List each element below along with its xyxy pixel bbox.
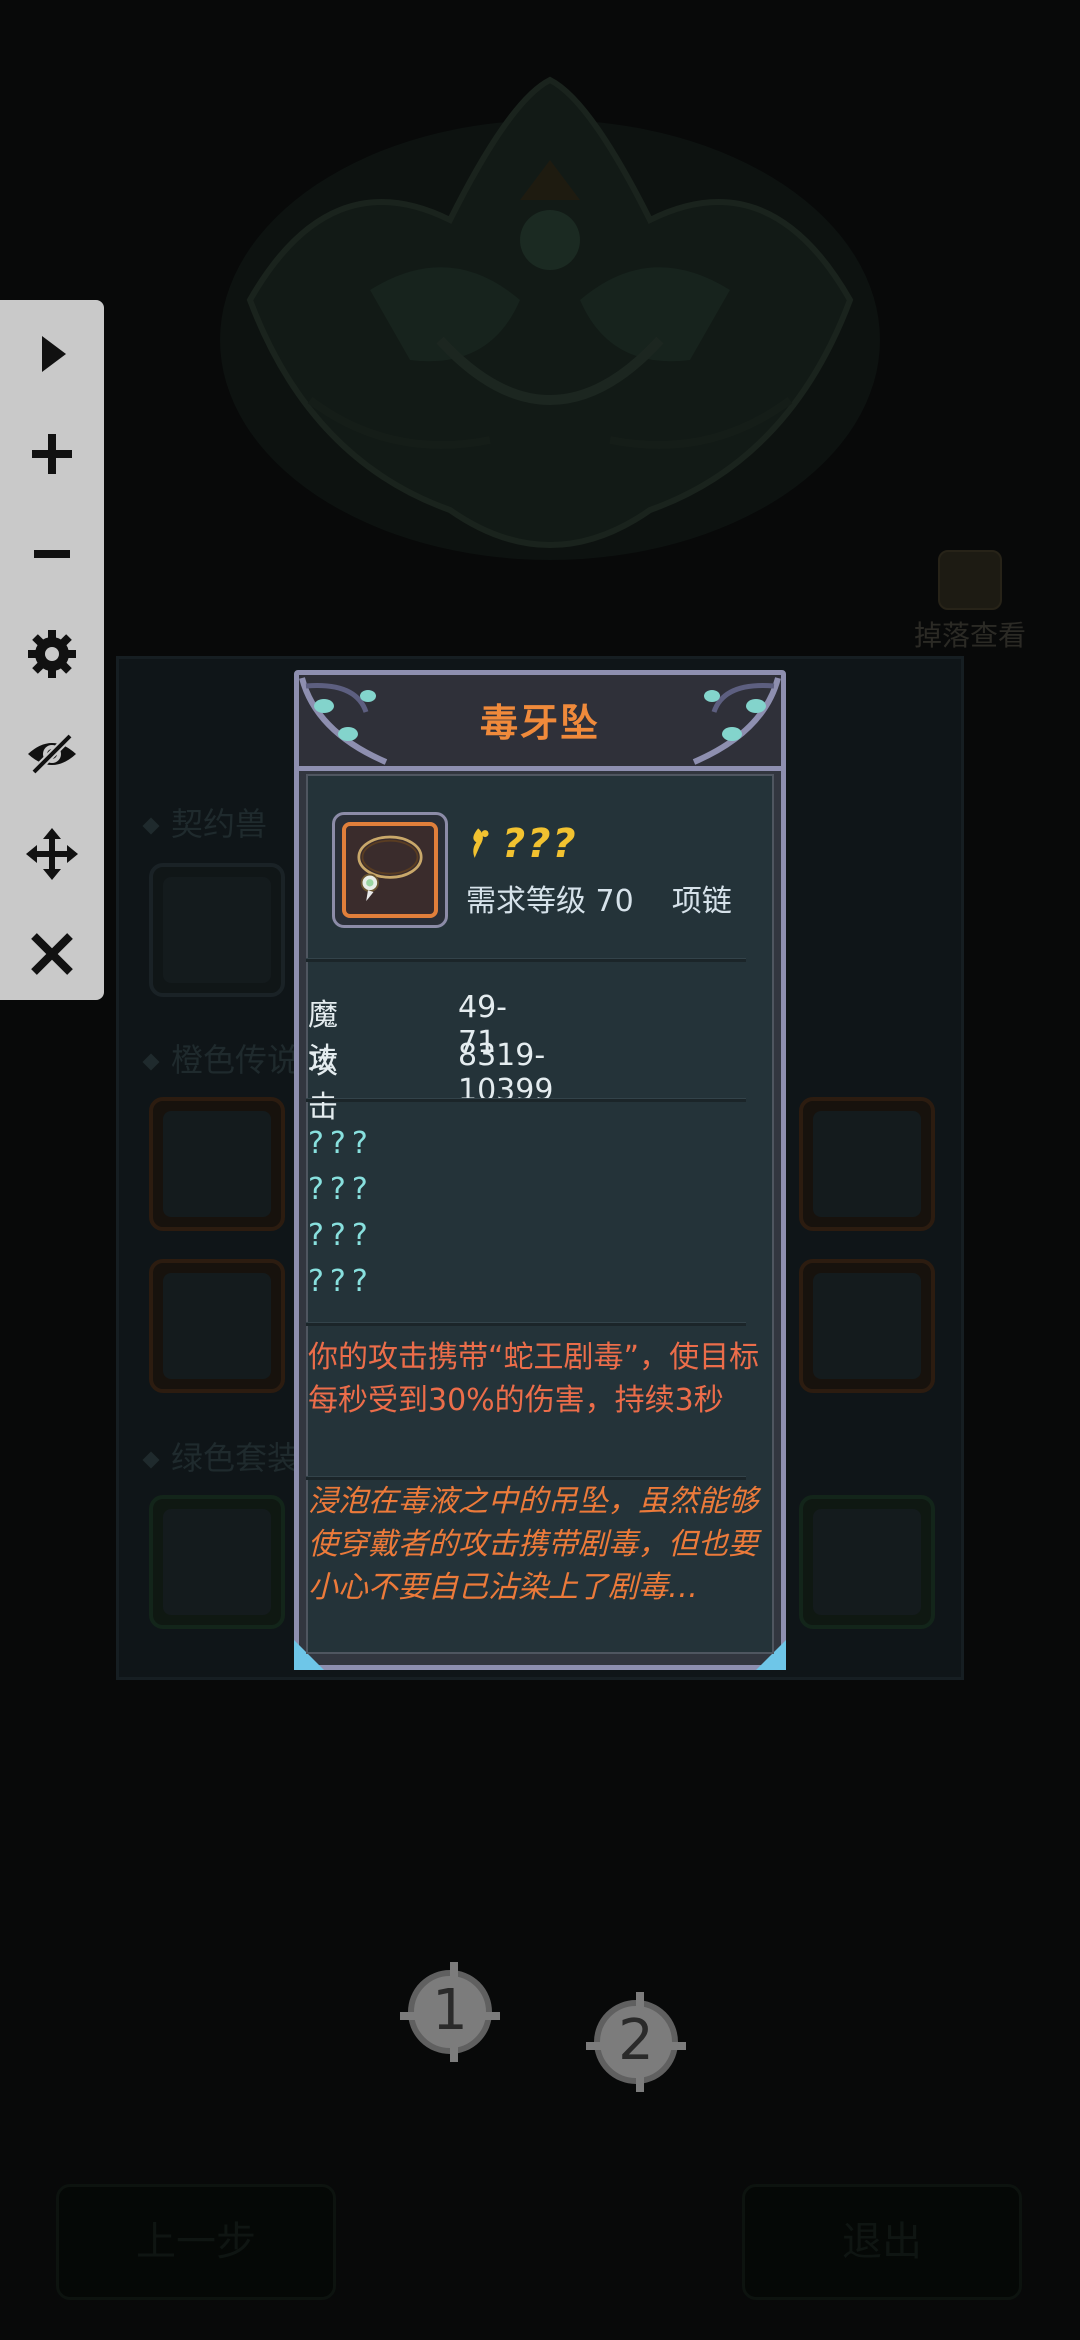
- tooltip-body: ??? 需求等级 70 项链 魔法 49-71 攻击 8319-10399 ??…: [306, 774, 774, 1654]
- hidden-attribute: ???: [308, 1126, 374, 1161]
- section-title-green-set: 绿色套装: [142, 1433, 299, 1479]
- item-quality: ???: [466, 818, 578, 870]
- chest-icon: [938, 550, 1002, 610]
- equipment-slot[interactable]: [149, 863, 285, 997]
- equipment-slot[interactable]: [149, 1097, 285, 1231]
- divider: [306, 1322, 746, 1326]
- corner-vine-icon: [692, 677, 781, 765]
- equipment-slot[interactable]: [799, 1097, 935, 1231]
- section-title-contract-beast: 契约兽: [142, 799, 267, 845]
- equipment-slot[interactable]: [149, 1495, 285, 1629]
- zoom-in-button[interactable]: [22, 424, 82, 484]
- drop-view-button[interactable]: 掉落查看: [900, 550, 1040, 660]
- gear-icon: [28, 630, 76, 678]
- minus-icon: [34, 550, 70, 558]
- prev-step-button[interactable]: 上一步: [56, 2184, 336, 2300]
- quality-text: ???: [502, 821, 578, 867]
- move-button[interactable]: [22, 824, 82, 884]
- play-icon: [42, 336, 66, 372]
- item-icon-frame: [332, 812, 448, 928]
- eye-off-icon: [28, 733, 76, 775]
- hide-button[interactable]: [22, 724, 82, 784]
- play-button[interactable]: [22, 324, 82, 384]
- equipment-slot[interactable]: [799, 1495, 935, 1629]
- boss-artwork: [220, 76, 880, 560]
- divider: [306, 958, 746, 962]
- item-tooltip: 毒牙坠 ??? 需求等级 70 项链 魔法 49-71 攻击 8319-1039…: [294, 670, 786, 1670]
- plus-icon: [32, 434, 72, 474]
- corner-vine-icon: [299, 677, 388, 765]
- equipment-slot[interactable]: [149, 1259, 285, 1393]
- move-icon: [26, 828, 78, 880]
- requirement-text: 需求等级 70 项链: [466, 884, 732, 919]
- page-indicator-2[interactable]: 2: [586, 1992, 686, 2092]
- flavor-text: 浸泡在毒液之中的吊坠，虽然能够使穿戴者的攻击携带剧毒，但也要小心不要自己沾染上了…: [308, 1484, 758, 1605]
- close-icon: [31, 933, 73, 975]
- drop-view-label: 掉落查看: [913, 619, 1026, 652]
- hidden-attribute: ???: [308, 1172, 374, 1207]
- settings-button[interactable]: [22, 624, 82, 684]
- floating-toolbar: [0, 300, 104, 1000]
- unidentified-icon: [473, 828, 489, 858]
- equipment-slot[interactable]: [799, 1259, 935, 1393]
- section-title-orange-legend: 橙色传说: [142, 1035, 299, 1081]
- page-indicator-1[interactable]: 1: [400, 1962, 500, 2062]
- stat-label: 攻击: [308, 1046, 338, 1125]
- exit-button[interactable]: 退出: [742, 2184, 1022, 2300]
- hidden-attribute: ???: [308, 1218, 374, 1253]
- special-effect-text: 你的攻击携带“蛇王剧毒”，使目标每秒受到30%的伤害，持续3秒: [308, 1340, 760, 1418]
- close-button[interactable]: [22, 924, 82, 984]
- divider: [306, 1098, 746, 1102]
- zoom-out-button[interactable]: [22, 524, 82, 584]
- hidden-attribute: ???: [308, 1264, 374, 1299]
- necklace-icon: [357, 835, 423, 902]
